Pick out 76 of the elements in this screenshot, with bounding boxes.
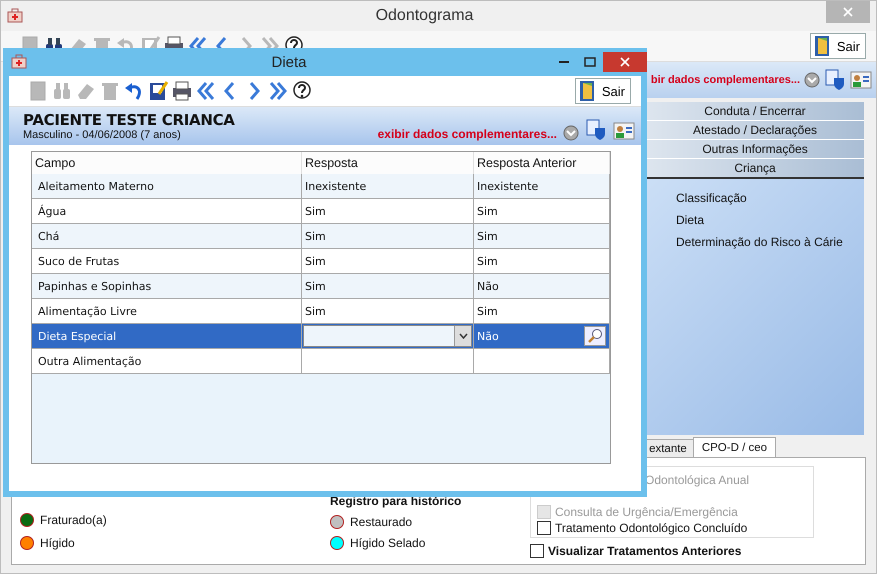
option-label: Odontológica Anual <box>644 473 750 487</box>
table-cell: Alimentação Livre <box>38 304 137 318</box>
table-cell: Chá <box>38 230 60 242</box>
medical-kit-icon <box>7 8 23 24</box>
table-row[interactable]: Aleitamento Materno Inexistente Inexistente <box>32 174 610 199</box>
close-icon <box>843 7 853 17</box>
table-row[interactable]: Outra Alimentação <box>32 349 610 374</box>
table-cell: Sim <box>305 304 326 318</box>
more-info-link[interactable]: bir dados complementares... <box>650 74 800 86</box>
section-header[interactable]: Criança <box>646 159 864 179</box>
chevron-down-icon[interactable] <box>804 72 820 88</box>
contact-card-icon[interactable] <box>613 121 635 141</box>
legend-label: Fraturado(a) <box>40 513 107 527</box>
table-row[interactable]: Suco de Frutas Sim Sim <box>32 249 610 274</box>
close-icon <box>620 57 630 67</box>
table-cell: Não <box>477 330 499 342</box>
table-cell: Sim <box>477 304 498 318</box>
table-cell: Sim <box>305 230 326 242</box>
legend-label: Hígido <box>40 536 75 550</box>
table-cell: Outra Alimentação <box>38 354 142 368</box>
checkbox[interactable] <box>537 521 551 535</box>
maximize-icon <box>584 57 596 67</box>
table-cell: Suco de Frutas <box>38 254 120 268</box>
checkbox-label: Visualizar Tratamentos Anteriores <box>548 544 742 558</box>
table-cell: Sim <box>305 280 326 292</box>
patient-details: Masculino - 04/06/2008 (7 anos) <box>23 129 182 141</box>
section-header[interactable]: Conduta / Encerrar <box>646 102 864 121</box>
table-cell: Sim <box>477 204 498 218</box>
panel-item[interactable]: Determinação do Risco à Cárie <box>676 235 864 249</box>
exit-button[interactable]: Sair <box>810 33 866 59</box>
checkbox-label: Consulta de Urgência/Emergência <box>555 505 738 519</box>
tab[interactable]: CPO-D / ceo <box>692 437 776 457</box>
section-header[interactable]: Atestado / Declarações <box>646 121 864 140</box>
table-cell: Sim <box>305 254 326 268</box>
legend-label: Restaurado <box>350 515 412 529</box>
document-shield-icon[interactable] <box>824 69 846 91</box>
table-row[interactable]: Alimentação Livre Sim Sim <box>32 299 610 324</box>
printer-icon[interactable] <box>171 80 193 102</box>
medical-kit-icon <box>11 54 27 70</box>
checkbox-label: Tratamento Odontológico Concluído <box>555 521 748 535</box>
table-cell: Não <box>477 280 499 292</box>
double-left-chevron-icon[interactable] <box>195 80 217 102</box>
table-cell: Inexistente <box>477 180 538 192</box>
table-cell: Água <box>38 204 66 218</box>
legend-title: Registro para histórico <box>330 494 462 508</box>
table-cell: Sim <box>305 204 326 218</box>
double-right-chevron-icon[interactable] <box>267 80 289 102</box>
table-cell: Sim <box>477 254 498 268</box>
table-row[interactable]: Dieta Especial Não <box>32 324 610 349</box>
close-button[interactable] <box>603 52 647 72</box>
table-cell: Dieta Especial <box>38 330 116 342</box>
exit-button[interactable]: Sair <box>574 78 631 104</box>
panel-item[interactable]: Dieta <box>676 213 864 227</box>
notepad-icon[interactable] <box>147 80 169 102</box>
chevron-down-icon[interactable] <box>563 125 579 141</box>
section-header[interactable]: Outras Informações <box>646 140 864 159</box>
document-shield-icon[interactable] <box>585 119 607 141</box>
table-row[interactable]: Papinhas e Sopinhas Sim Não <box>32 274 610 299</box>
dialog-title: Dieta <box>270 54 308 70</box>
checkbox[interactable] <box>530 544 544 558</box>
table-cell: Aleitamento Materno <box>38 180 154 192</box>
answer-dropdown[interactable] <box>303 325 472 347</box>
legend-label: Hígido Selado <box>350 536 426 550</box>
contact-card-icon[interactable] <box>850 70 872 90</box>
search-icon <box>587 328 603 344</box>
table-cell: Inexistente <box>305 180 366 192</box>
window-title: Odontograma <box>376 7 474 25</box>
caret-icon <box>458 333 468 339</box>
search-button[interactable] <box>584 326 606 346</box>
table-cell: Sim <box>477 230 498 242</box>
minimize-icon <box>559 61 569 63</box>
panel-item[interactable]: Classificação <box>676 191 864 205</box>
patient-name: PACIENTE TESTE CRIANCA <box>23 111 235 129</box>
table-row[interactable]: Chá Sim Sim <box>32 224 610 249</box>
table-row[interactable]: Água Sim Sim <box>32 199 610 224</box>
table-cell: Papinhas e Sopinhas <box>38 280 152 292</box>
